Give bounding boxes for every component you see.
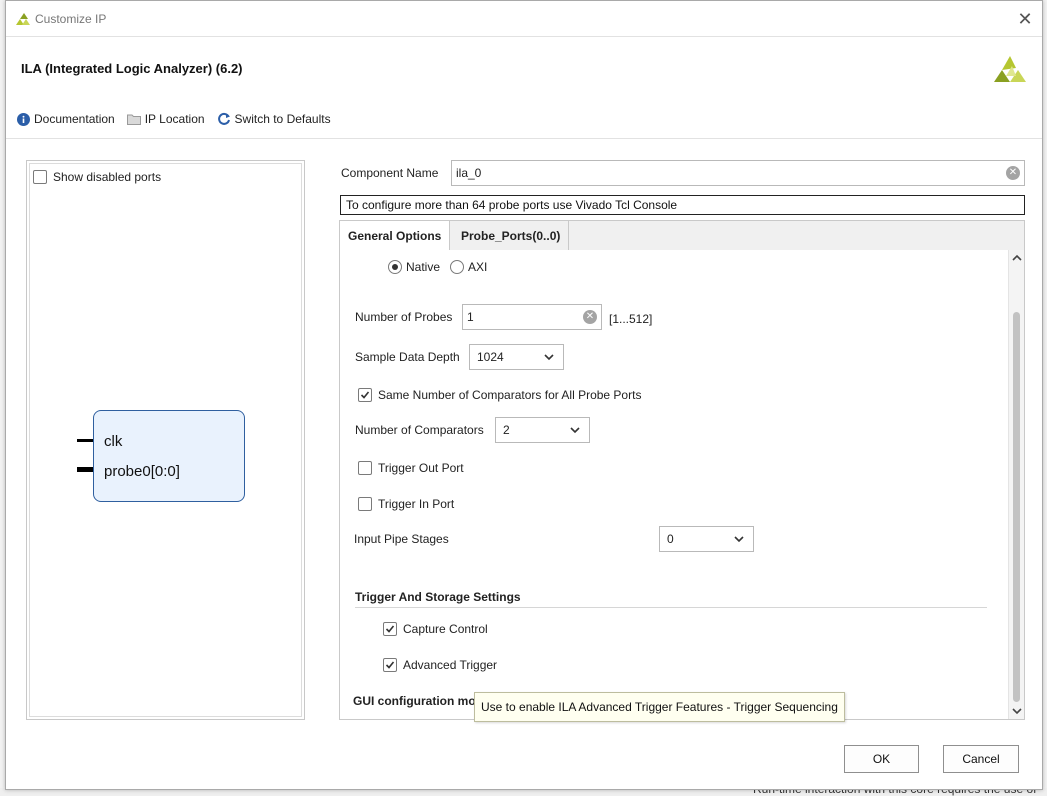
- same-comparators-label: Same Number of Comparators for All Probe…: [378, 388, 642, 402]
- axi-radio[interactable]: [450, 260, 465, 274]
- customize-ip-dialog: Customize IP ✕ ILA (Integrated Logic Ana…: [5, 0, 1043, 790]
- chevron-down-icon: [734, 536, 744, 543]
- folder-icon: [126, 112, 141, 126]
- component-name-row: Component Name ila_0 ✕: [341, 160, 1026, 186]
- clk-pin: [77, 439, 93, 442]
- general-options-panel: Native AXI Number of Probes 1 ✕ [1...512…: [339, 250, 1025, 720]
- show-disabled-ports-label: Show disabled ports: [53, 170, 162, 184]
- interface-type-group: Native AXI: [388, 260, 487, 274]
- ip-location-label: IP Location: [144, 112, 205, 126]
- trigger-out-port-label: Trigger Out Port: [378, 461, 464, 475]
- switch-defaults-button[interactable]: Switch to Defaults: [217, 112, 331, 126]
- sample-data-depth-label: Sample Data Depth: [355, 350, 460, 364]
- input-pipe-stages-value: 0: [667, 532, 674, 546]
- vertical-scrollbar[interactable]: [1008, 250, 1024, 719]
- trigger-in-port-row[interactable]: Trigger In Port: [358, 497, 454, 511]
- advanced-trigger-checkbox[interactable]: [383, 658, 397, 672]
- number-of-probes-range: [1...512]: [609, 312, 653, 326]
- clear-icon[interactable]: ✕: [1006, 166, 1020, 180]
- tab-bar: General Options Probe_Ports(0..0): [339, 220, 1025, 251]
- ok-button[interactable]: OK: [844, 745, 919, 773]
- trigger-in-port-checkbox[interactable]: [358, 497, 372, 511]
- capture-control-label: Capture Control: [403, 622, 488, 636]
- capture-control-checkbox[interactable]: [383, 622, 397, 636]
- switch-defaults-label: Switch to Defaults: [234, 112, 331, 126]
- scroll-up-icon[interactable]: [1011, 252, 1023, 264]
- axi-radio-option[interactable]: AXI: [450, 260, 487, 274]
- tab-probe-ports[interactable]: Probe_Ports(0..0): [453, 221, 570, 251]
- chevron-down-icon: [570, 427, 580, 434]
- sample-data-depth-select[interactable]: 1024: [469, 344, 564, 370]
- cancel-button[interactable]: Cancel: [943, 745, 1019, 773]
- dialog-header: ILA (Integrated Logic Analyzer) (6.2) Do…: [6, 37, 1042, 139]
- number-of-comparators-label: Number of Comparators: [355, 423, 484, 437]
- trigger-in-port-label: Trigger In Port: [378, 497, 455, 511]
- same-comparators-checkbox[interactable]: [358, 388, 372, 402]
- component-name-label: Component Name: [341, 166, 439, 180]
- info-icon: [16, 112, 30, 126]
- documentation-button[interactable]: Documentation: [16, 112, 115, 126]
- symbol-canvas: Show disabled ports clk probe0[0:0]: [29, 163, 302, 717]
- component-name-value: ila_0: [456, 166, 482, 180]
- symbol-preview-panel: Show disabled ports clk probe0[0:0]: [26, 160, 305, 720]
- section-divider: [355, 607, 987, 608]
- component-name-input[interactable]: ila_0 ✕: [451, 160, 1025, 186]
- xilinx-logo-icon: [994, 56, 1026, 82]
- probe0-pin: [77, 467, 93, 472]
- scroll-down-icon[interactable]: [1011, 705, 1023, 717]
- same-comparators-row[interactable]: Same Number of Comparators for All Probe…: [358, 388, 641, 402]
- chevron-down-icon: [544, 354, 554, 361]
- ip-title: ILA (Integrated Logic Analyzer) (6.2): [21, 61, 243, 76]
- number-of-probes-value: 1: [467, 310, 474, 324]
- tab-general-options[interactable]: General Options: [340, 221, 451, 251]
- show-disabled-ports-checkbox[interactable]: [33, 170, 47, 184]
- trigger-storage-section-title: Trigger And Storage Settings: [355, 590, 521, 604]
- input-pipe-stages-select[interactable]: 0: [659, 526, 754, 552]
- scrollbar-thumb[interactable]: [1013, 312, 1020, 702]
- native-label: Native: [406, 260, 441, 274]
- trigger-out-port-checkbox[interactable]: [358, 461, 372, 475]
- toolbar: Documentation IP Location Switch to Defa…: [16, 112, 331, 126]
- native-radio[interactable]: [388, 260, 402, 274]
- probe-limit-notice: To configure more than 64 probe ports us…: [340, 195, 1025, 215]
- close-icon[interactable]: ✕: [1016, 10, 1034, 28]
- advanced-trigger-label: Advanced Trigger: [403, 658, 498, 672]
- port-label-probe0: probe0[0:0]: [104, 463, 180, 480]
- advanced-trigger-tooltip: Use to enable ILA Advanced Trigger Featu…: [474, 692, 845, 722]
- ip-location-button[interactable]: IP Location: [126, 112, 205, 126]
- advanced-trigger-row[interactable]: Advanced Trigger: [383, 658, 497, 672]
- ila-symbol-block: clk probe0[0:0]: [93, 410, 245, 502]
- refresh-icon: [217, 112, 231, 126]
- axi-label: AXI: [468, 260, 488, 274]
- number-of-probes-label: Number of Probes: [355, 310, 453, 324]
- show-disabled-ports-row[interactable]: Show disabled ports: [33, 170, 161, 184]
- title-bar: Customize IP ✕: [6, 1, 1042, 37]
- sample-data-depth-value: 1024: [477, 350, 504, 364]
- port-label-clk: clk: [104, 433, 123, 450]
- documentation-label: Documentation: [34, 112, 115, 126]
- clear-icon[interactable]: ✕: [583, 310, 597, 324]
- input-pipe-stages-label: Input Pipe Stages: [354, 532, 449, 546]
- native-radio-option[interactable]: Native: [388, 260, 440, 274]
- gui-configuration-title: GUI configuration mod: [353, 694, 483, 708]
- number-of-comparators-select[interactable]: 2: [495, 417, 590, 443]
- window-title: Customize IP: [35, 12, 107, 26]
- trigger-out-port-row[interactable]: Trigger Out Port: [358, 461, 464, 475]
- xilinx-logo-icon: [16, 13, 30, 25]
- number-of-probes-input[interactable]: 1 ✕: [462, 304, 602, 330]
- capture-control-row[interactable]: Capture Control: [383, 622, 488, 636]
- number-of-comparators-value: 2: [503, 423, 510, 437]
